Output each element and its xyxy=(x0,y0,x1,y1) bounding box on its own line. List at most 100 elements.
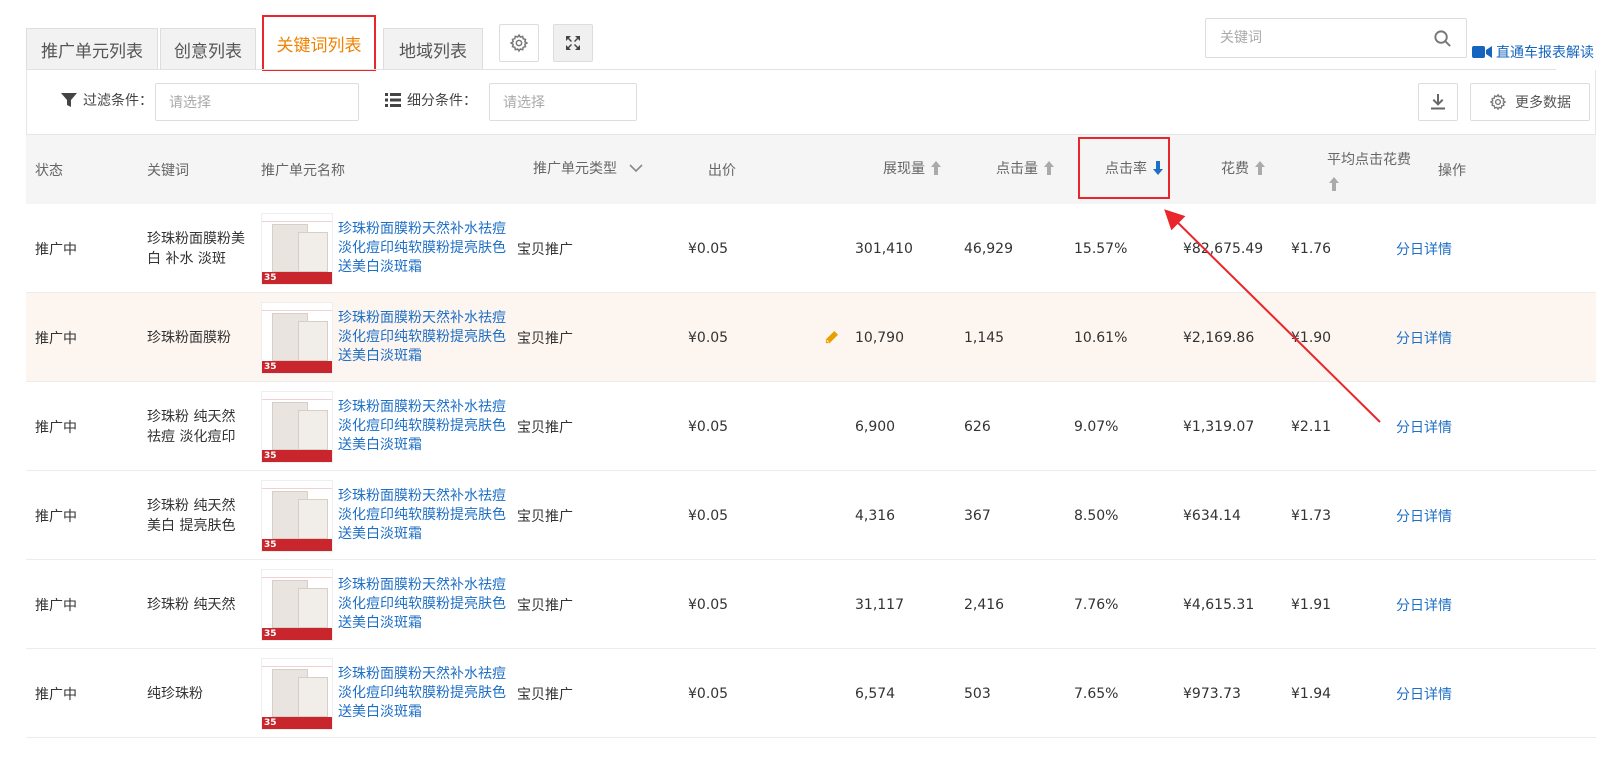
avg-cpc-cell: ¥2.11 xyxy=(1291,418,1332,435)
product-thumbnail[interactable]: 35 xyxy=(261,658,333,730)
table-row: 推广中 珍珠粉 纯天然 35 珍珠粉面膜粉天然补水祛痘淡化痘印纯软膜粉提亮肤色送美白淡… xyxy=(26,560,1596,649)
daily-detail-link[interactable]: 分日详情 xyxy=(1396,560,1452,649)
keyword-cell: 珍珠粉 纯天然 美白 提亮肤色 xyxy=(147,497,236,534)
list-icon xyxy=(385,93,401,107)
product-thumbnail[interactable]: 35 xyxy=(261,480,333,552)
impressions-cell: 31,117 xyxy=(855,596,904,613)
cost-cell: ¥634.14 xyxy=(1183,507,1241,524)
avg-cpc-cell: ¥1.94 xyxy=(1291,685,1332,702)
filter-select[interactable]: 请选择 xyxy=(155,83,359,121)
search-input[interactable] xyxy=(1218,19,1422,57)
clicks-cell: 1,145 xyxy=(964,329,1005,346)
daily-detail-link[interactable]: 分日详情 xyxy=(1396,471,1452,560)
status-cell: 推广中 xyxy=(35,330,77,347)
status-cell: 推广中 xyxy=(35,508,77,525)
thumbnail-tag xyxy=(262,481,332,489)
unit-name-link[interactable]: 珍珠粉面膜粉天然补水祛痘淡化痘印纯软膜粉提亮肤色送美白淡斑霜 xyxy=(338,471,508,560)
impressions-cell: 4,316 xyxy=(855,507,896,524)
unit-name-link[interactable]: 珍珠粉面膜粉天然补水祛痘淡化痘印纯软膜粉提亮肤色送美白淡斑霜 xyxy=(338,293,508,382)
bid-cell: ¥0.05 xyxy=(688,418,729,435)
table-header: 状态 关键词 推广单元名称 推广单元类型 出价 展现量 点击量 点击率 花费 平… xyxy=(26,134,1596,204)
cost-cell: ¥4,615.31 xyxy=(1183,596,1255,613)
funnel-icon xyxy=(61,93,77,107)
sort-up-icon xyxy=(1044,161,1054,175)
tab-keyword-list[interactable]: 关键词列表 xyxy=(262,15,376,71)
settings-button[interactable] xyxy=(499,24,539,62)
filter-bar: 过滤条件： 请选择 细分条件： 请选择 更多数据 xyxy=(26,70,1596,134)
cost-cell: ¥1,319.07 xyxy=(1183,418,1255,435)
col-avg-cpc[interactable]: 平均点击花费 xyxy=(1327,135,1411,205)
bid-cell: ¥0.05 xyxy=(688,596,729,613)
impressions-cell: 10,790 xyxy=(855,329,904,346)
thumbnail-pack-2 xyxy=(298,588,328,628)
segment-select-placeholder: 请选择 xyxy=(503,95,545,111)
clicks-cell: 2,416 xyxy=(964,596,1005,613)
avg-cpc-cell: ¥1.91 xyxy=(1291,596,1332,613)
product-thumbnail[interactable]: 35 xyxy=(261,569,333,641)
unit-name-link[interactable]: 珍珠粉面膜粉天然补水祛痘淡化痘印纯软膜粉提亮肤色送美白淡斑霜 xyxy=(338,560,508,649)
col-clicks-label: 点击量 xyxy=(996,161,1038,177)
col-cost-label: 花费 xyxy=(1221,161,1249,177)
product-thumbnail[interactable]: 35 xyxy=(261,213,333,285)
keyword-cell: 珍珠粉面膜粉 xyxy=(147,329,231,346)
tab-unit-list[interactable]: 推广单元列表 xyxy=(26,28,158,70)
col-bid: 出价 xyxy=(708,163,736,179)
unit-type-cell: 宝贝推广 xyxy=(517,241,573,258)
unit-type-cell: 宝贝推广 xyxy=(517,330,573,347)
col-status: 状态 xyxy=(35,163,63,179)
col-unit-type-label: 推广单元类型 xyxy=(533,161,617,177)
avg-cpc-cell: ¥1.73 xyxy=(1291,507,1332,524)
impressions-cell: 6,900 xyxy=(855,418,896,435)
unit-name-link[interactable]: 珍珠粉面膜粉天然补水祛痘淡化痘印纯软膜粉提亮肤色送美白淡斑霜 xyxy=(338,649,508,738)
segment-select[interactable]: 请选择 xyxy=(489,83,637,121)
status-cell: 推广中 xyxy=(35,686,77,703)
keyword-cell: 珍珠粉 纯天然 祛痘 淡化痘印 xyxy=(147,408,236,445)
ctr-highlight-box xyxy=(1078,137,1170,199)
cost-cell: ¥82,675.49 xyxy=(1183,240,1264,257)
table-row: 推广中 珍珠粉面膜粉美白 补水 淡斑 35 珍珠粉面膜粉天然补水祛痘淡化痘印纯软膜粉提… xyxy=(26,204,1596,293)
col-cost[interactable]: 花费 xyxy=(1221,133,1265,203)
status-cell: 推广中 xyxy=(35,419,77,436)
more-data-button[interactable]: 更多数据 xyxy=(1470,83,1590,121)
col-impressions[interactable]: 展现量 xyxy=(883,133,941,203)
filter-label-text: 过滤条件： xyxy=(83,93,153,109)
edit-pencil-icon[interactable] xyxy=(825,331,838,344)
gear-icon xyxy=(1489,93,1507,111)
thumbnail-pack-2 xyxy=(298,232,328,272)
product-thumbnail[interactable]: 35 xyxy=(261,302,333,374)
unit-type-cell: 宝贝推广 xyxy=(517,419,573,436)
bid-cell: ¥0.05 xyxy=(688,507,729,524)
tab-creative-list[interactable]: 创意列表 xyxy=(160,28,256,70)
product-thumbnail[interactable]: 35 xyxy=(261,391,333,463)
unit-name-link[interactable]: 珍珠粉面膜粉天然补水祛痘淡化痘印纯软膜粉提亮肤色送美白淡斑霜 xyxy=(338,204,508,293)
unit-name-link[interactable]: 珍珠粉面膜粉天然补水祛痘淡化痘印纯软膜粉提亮肤色送美白淡斑霜 xyxy=(338,382,508,471)
daily-detail-link[interactable]: 分日详情 xyxy=(1396,649,1452,738)
daily-detail-link[interactable]: 分日详情 xyxy=(1396,382,1452,471)
thumbnail-pack-2 xyxy=(298,410,328,450)
report-guide-link[interactable]: 直通车报表解读 xyxy=(1472,42,1594,62)
daily-detail-link[interactable]: 分日详情 xyxy=(1396,204,1452,293)
table-row: 推广中 纯珍珠粉 35 珍珠粉面膜粉天然补水祛痘淡化痘印纯软膜粉提亮肤色送美白淡斑霜宝… xyxy=(26,649,1596,738)
table-row: 推广中 珍珠粉面膜粉 35 珍珠粉面膜粉天然补水祛痘淡化痘印纯软膜粉提亮肤色送美白淡斑… xyxy=(26,293,1596,382)
avg-cpc-cell: ¥1.90 xyxy=(1291,329,1332,346)
tab-region-list[interactable]: 地域列表 xyxy=(383,28,483,70)
status-cell: 推广中 xyxy=(35,597,77,614)
keyword-search-box[interactable] xyxy=(1205,18,1467,58)
thumbnail-tag xyxy=(262,570,332,578)
search-icon[interactable] xyxy=(1433,29,1452,48)
daily-detail-link[interactable]: 分日详情 xyxy=(1396,293,1452,382)
col-unit-type[interactable]: 推广单元类型 xyxy=(533,133,643,203)
download-icon xyxy=(1431,94,1445,110)
fullscreen-button[interactable] xyxy=(553,24,593,62)
keyword-cell: 珍珠粉 纯天然 xyxy=(147,596,236,613)
filter-select-placeholder: 请选择 xyxy=(169,95,211,111)
col-avg-cpc-label: 平均点击花费 xyxy=(1327,152,1411,168)
thumbnail-price: 35 xyxy=(264,362,277,372)
cost-cell: ¥973.73 xyxy=(1183,685,1241,702)
download-button[interactable] xyxy=(1418,83,1458,121)
col-clicks[interactable]: 点击量 xyxy=(996,133,1054,203)
ctr-cell: 8.50% xyxy=(1074,507,1119,524)
cost-cell: ¥2,169.86 xyxy=(1183,329,1255,346)
bid-cell: ¥0.05 xyxy=(688,685,729,702)
col-keyword: 关键词 xyxy=(147,163,189,179)
